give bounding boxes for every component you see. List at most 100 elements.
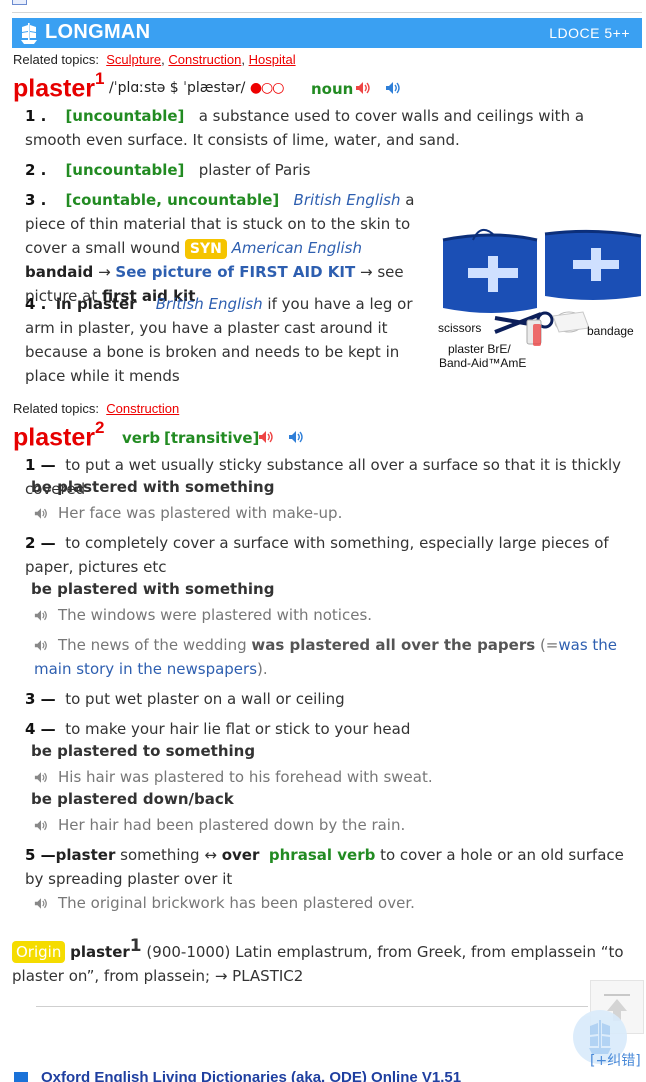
origin-headword: plaster	[70, 943, 130, 961]
sense-number: 1 .	[25, 107, 47, 125]
next-dictionary-title[interactable]: Oxford English Living Dictionaries (aka.…	[41, 1069, 461, 1082]
synonym-word[interactable]: bandaid	[25, 263, 93, 281]
headword-text: plaster	[13, 423, 95, 452]
sense-number: 4 —	[25, 720, 56, 738]
example-text: The windows were plastered with notices.	[58, 606, 373, 624]
image-label-plaster-bre: plaster BrE/	[448, 342, 511, 356]
example-text: The news of the wedding	[58, 636, 247, 654]
example-speaker-icon[interactable]	[34, 819, 48, 832]
image-label-bandage: bandage	[587, 324, 634, 338]
speaker-red-icon[interactable]	[258, 430, 274, 444]
etymology: Origin plaster1 (900-1000) Latin emplast…	[12, 934, 632, 988]
phrasal-verb-particle: over	[221, 846, 260, 864]
headword: plaster2	[13, 418, 105, 452]
sense-number: 2 —	[25, 534, 56, 552]
example-text: The original brickwork has been plastere…	[58, 894, 415, 912]
definition: to make your hair lie flat or stick to y…	[65, 720, 411, 738]
sense-number: 2 .	[25, 161, 47, 179]
speaker-blue-icon[interactable]	[288, 430, 304, 444]
sense-2: 2 . [uncountable] plaster of Paris	[25, 158, 625, 182]
pronunciation: /ˈplɑːstə $ ˈplæstər/ ●○○	[109, 80, 284, 96]
divider	[12, 12, 642, 13]
region-label: American English	[231, 239, 362, 257]
example-sentence: Her face was plastered with make-up.	[34, 501, 634, 525]
example-speaker-icon[interactable]	[34, 897, 48, 910]
arrow: →	[98, 263, 111, 281]
grammar-pattern: be plastered down/back	[31, 790, 234, 808]
dictionary-version: LDOCE 5++	[549, 25, 630, 41]
sense-4: 4 . in plaster British English if you ha…	[25, 292, 415, 388]
definition: to completely cover a surface with somet…	[25, 534, 609, 576]
part-of-speech: verb	[122, 429, 161, 447]
picture-link[interactable]: See picture of FIRST AID KIT	[115, 263, 355, 281]
grammar-pattern: be plastered with something	[31, 478, 275, 496]
example-speaker-icon[interactable]	[34, 771, 48, 784]
syn-badge: SYN	[184, 239, 227, 259]
sense-number: 5 —	[25, 846, 56, 864]
longman-ship-logo-icon	[21, 23, 37, 44]
definition: plaster of Paris	[198, 161, 311, 179]
topic-link-sculpture[interactable]: Sculpture	[106, 52, 161, 67]
example-sentence: The news of the wedding was plastered al…	[34, 633, 634, 681]
region-label: British English	[155, 295, 263, 313]
example-text: Her face was plastered with make-up.	[58, 504, 343, 522]
part-of-speech: noun	[311, 80, 354, 98]
example-speaker-icon[interactable]	[34, 609, 48, 622]
example-speaker-icon[interactable]	[34, 507, 48, 520]
grammar-code: [uncountable]	[65, 161, 185, 179]
verb-sense-4: 4 — to make your hair lie flat or stick …	[25, 717, 625, 741]
sense-number: 3 .	[25, 191, 47, 209]
dictionary-brand: LONGMAN	[45, 21, 151, 43]
image-label-scissors: scissors	[438, 321, 482, 335]
homograph-number: 2	[94, 418, 105, 437]
sense-number: 4 .	[25, 295, 47, 313]
verb-sense-3: 3 — to put wet plaster on a wall or ceil…	[25, 687, 625, 711]
topic-link-hospital[interactable]: Hospital	[249, 52, 296, 67]
sense-number: 3 —	[25, 690, 56, 708]
divider	[36, 1006, 588, 1007]
phrasal-verb-head: plaster	[55, 846, 116, 864]
speaker-red-icon[interactable]	[355, 81, 371, 95]
related-topics: Related topics: Construction	[13, 401, 179, 416]
dictionary-banner[interactable]: LONGMAN LDOCE 5++	[12, 18, 642, 48]
grammar-pattern: be plastered with something	[31, 580, 275, 598]
example-sentence: His hair was plastered to his forehead w…	[34, 765, 634, 789]
region-label: British English	[293, 191, 401, 209]
grammar-code: [uncountable]	[65, 107, 185, 125]
speaker-blue-icon[interactable]	[385, 81, 401, 95]
example-sentence: The original brickwork has been plastere…	[34, 891, 634, 915]
example-speaker-icon[interactable]	[34, 639, 48, 652]
report-error-link[interactable]: [+纠错]	[590, 1050, 641, 1070]
gloss-close: ).	[257, 660, 268, 678]
phrasal-verb-object: something	[120, 846, 200, 864]
verb-sense-5: 5 —plaster something ↔ over phrasal verb…	[25, 843, 625, 891]
pronunciation-text: /ˈplɑːstə $ ˈplæstər/	[109, 80, 246, 96]
first-aid-kit-illustration[interactable]: scissors bandage plaster BrE/ Band-Aid™A…	[433, 226, 645, 374]
collapse-toggle-icon[interactable]	[14, 1072, 28, 1082]
previous-dictionary-title-fragment	[35, 0, 215, 5]
phrasal-verb-label: phrasal verb	[268, 846, 376, 864]
example-sentence: Her hair had been plastered down by the …	[34, 813, 634, 837]
related-topics-label: Related topics:	[13, 401, 99, 416]
sense-1: 1 . [uncountable] a substance used to co…	[25, 104, 625, 152]
previous-dictionary-header[interactable]	[12, 0, 232, 6]
sense-number: 1 —	[25, 456, 56, 474]
image-label-bandaid-ame: Band-Aid™AmE	[439, 356, 527, 370]
related-topics-label: Related topics:	[13, 52, 99, 67]
topic-link-construction[interactable]: Construction	[168, 52, 241, 67]
grammar-code: [transitive]	[164, 429, 260, 447]
origin-badge: Origin	[12, 941, 66, 963]
topic-link-construction[interactable]: Construction	[106, 401, 179, 416]
example-text: His hair was plastered to his forehead w…	[58, 768, 433, 786]
gloss-open: (=	[539, 636, 559, 654]
collapse-toggle-icon[interactable]	[12, 0, 27, 5]
headword: plaster1	[13, 69, 105, 103]
example-sentence: The windows were plastered with notices.	[34, 603, 634, 627]
separable-arrow: ↔	[204, 846, 217, 864]
headword-text: plaster	[13, 74, 95, 103]
frequency-marker: ●○○	[249, 80, 285, 96]
related-topics: Related topics: Sculpture, Construction,…	[13, 52, 296, 67]
verb-sense-2: 2 — to completely cover a surface with s…	[25, 531, 625, 579]
homograph-number: 1	[94, 69, 105, 88]
sense-3: 3 . [countable, uncountable] British Eng…	[25, 188, 415, 308]
